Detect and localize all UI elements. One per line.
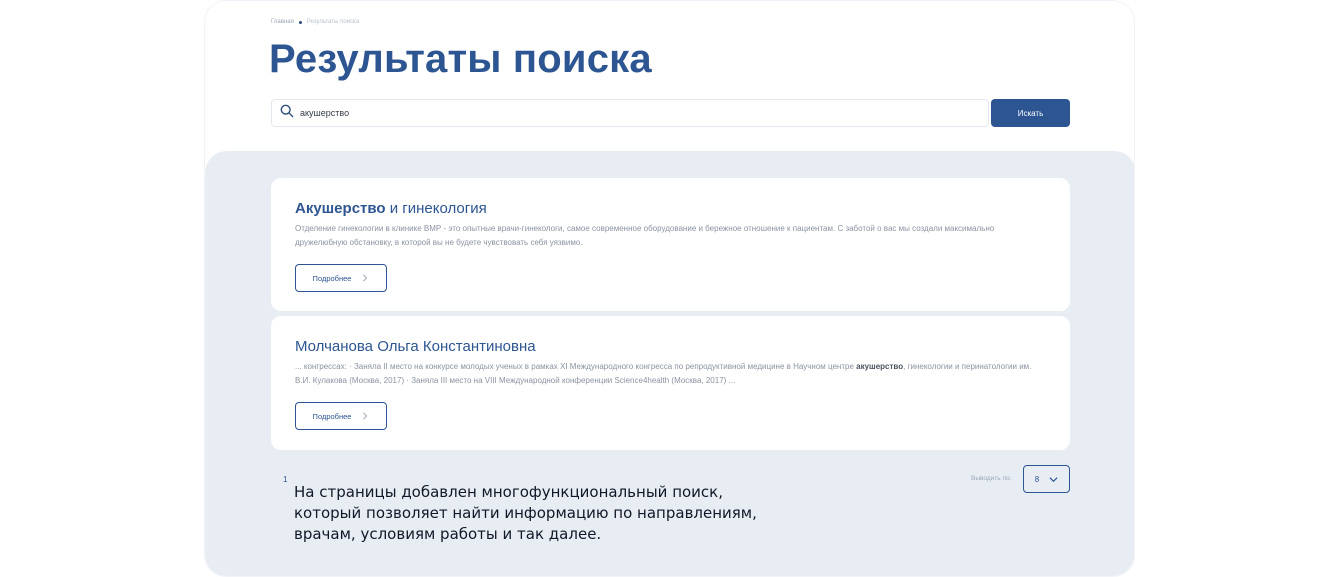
breadcrumb-home-link[interactable]: Главная <box>271 19 294 25</box>
result-text: ... конгрессах: · Заняла II место на кон… <box>295 360 1035 388</box>
result-card: Акушерство и гинекология Отделение гинек… <box>271 178 1070 311</box>
more-button[interactable]: Подробнее <box>295 264 387 292</box>
search-input[interactable] <box>300 108 960 118</box>
breadcrumb: Главная Результаты поиска <box>271 19 359 25</box>
page-frame: Главная Результаты поиска Результаты пои… <box>204 0 1135 577</box>
more-button-label: Подробнее <box>312 273 352 283</box>
per-page-label: Выводить по: <box>971 475 1012 482</box>
breadcrumb-separator <box>298 20 302 24</box>
more-button-label: Подробнее <box>312 411 352 421</box>
result-title[interactable]: Акушерство и гинекология <box>295 200 487 217</box>
result-text-highlight: акушерство <box>856 362 904 371</box>
caption-text: На страницы добавлен многофункциональный… <box>294 483 757 543</box>
chevron-down-icon <box>1049 476 1058 482</box>
result-text-before: ... конгрессах: · Заняла II место на кон… <box>295 362 857 371</box>
search-box[interactable] <box>271 99 989 127</box>
chevron-right-icon <box>363 274 368 282</box>
chevron-right-icon <box>363 412 368 420</box>
result-title-highlight: Акушерство <box>295 200 386 217</box>
search-button[interactable]: Искать <box>991 99 1070 127</box>
page-title: Результаты поиска <box>269 37 652 81</box>
search-icon <box>280 104 294 123</box>
per-page-select[interactable]: 8 <box>1023 465 1070 493</box>
result-card: Молчанова Ольга Константиновна ... конгр… <box>271 316 1070 450</box>
result-title[interactable]: Молчанова Ольга Константиновна <box>295 338 536 355</box>
header-area: Главная Результаты поиска Результаты пои… <box>205 1 1134 153</box>
result-text: Отделение гинекологии в клинике ВМР - эт… <box>295 224 995 247</box>
result-title-rest: и гинекология <box>385 200 487 217</box>
per-page-value: 8 <box>1034 474 1040 484</box>
pagination-page-1[interactable]: 1 <box>283 475 287 484</box>
more-button[interactable]: Подробнее <box>295 402 387 430</box>
breadcrumb-current: Результаты поиска <box>306 19 360 25</box>
